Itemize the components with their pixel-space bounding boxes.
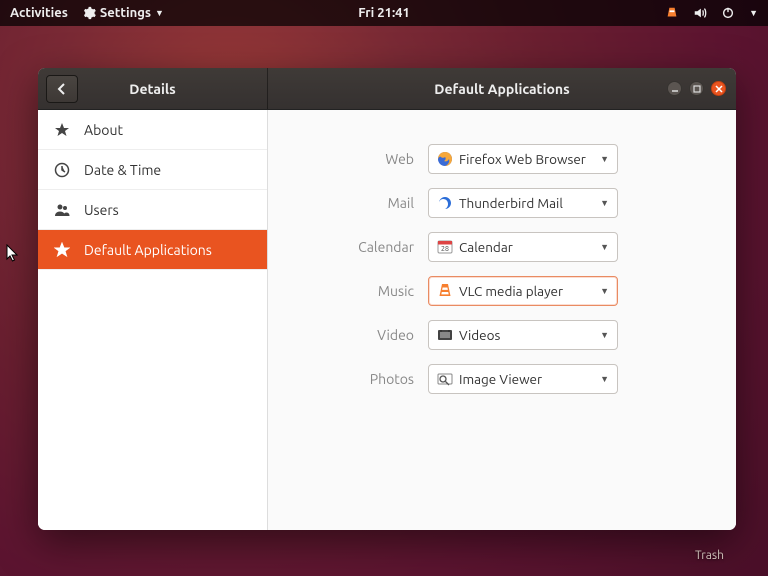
chevron-down-icon: ▼ xyxy=(600,198,609,208)
mouse-cursor xyxy=(6,244,20,264)
panel-title-left: Details xyxy=(129,81,175,97)
app-menu-label: Settings xyxy=(100,6,151,20)
star-filled-icon xyxy=(54,242,70,258)
app-menu-settings[interactable]: Settings ▼ xyxy=(82,6,164,20)
row-calendar: Calendar 28 Calendar ▼ xyxy=(268,232,706,262)
sidebar-item-users[interactable]: Users xyxy=(38,190,267,230)
star-icon xyxy=(54,122,70,138)
close-button[interactable] xyxy=(711,81,726,96)
mail-combo[interactable]: Thunderbird Mail ▼ xyxy=(428,188,618,218)
video-combo[interactable]: Videos ▼ xyxy=(428,320,618,350)
content-pane: Web Firefox Web Browser ▼ Mail Thunderbi… xyxy=(268,110,736,530)
row-web: Web Firefox Web Browser ▼ xyxy=(268,144,706,174)
combo-value: Thunderbird Mail xyxy=(459,195,563,211)
row-label: Mail xyxy=(268,195,428,211)
combo-value: Firefox Web Browser xyxy=(459,151,586,167)
svg-text:28: 28 xyxy=(441,245,449,253)
top-panel: Activities Settings ▼ Fri 21:41 ▼ xyxy=(0,0,768,26)
sidebar-item-label: Users xyxy=(84,202,119,218)
firefox-icon xyxy=(437,151,453,167)
row-label: Photos xyxy=(268,371,428,387)
photos-combo[interactable]: Image Viewer ▼ xyxy=(428,364,618,394)
trash-label: Trash xyxy=(695,549,724,562)
volume-icon[interactable] xyxy=(693,6,707,20)
chevron-down-icon: ▼ xyxy=(600,286,609,296)
minimize-button[interactable] xyxy=(667,81,682,96)
row-label: Music xyxy=(268,283,428,299)
combo-value: Calendar xyxy=(459,239,513,255)
vlc-tray-icon[interactable] xyxy=(665,6,679,20)
calendar-icon: 28 xyxy=(437,239,453,255)
combo-value: Videos xyxy=(459,327,500,343)
sidebar-item-datetime[interactable]: Date & Time xyxy=(38,150,267,190)
chevron-down-icon: ▼ xyxy=(600,242,609,252)
calendar-combo[interactable]: 28 Calendar ▼ xyxy=(428,232,618,262)
music-combo[interactable]: VLC media player ▼ xyxy=(428,276,618,306)
combo-value: VLC media player xyxy=(459,283,563,299)
sidebar-item-label: Default Applications xyxy=(84,242,212,258)
clock-icon xyxy=(54,162,70,178)
sidebar-item-about[interactable]: About xyxy=(38,110,267,150)
combo-value: Image Viewer xyxy=(459,371,542,387)
sidebar-item-default-apps[interactable]: Default Applications xyxy=(38,230,267,270)
maximize-button[interactable] xyxy=(689,81,704,96)
users-icon xyxy=(54,202,70,218)
chevron-down-icon: ▼ xyxy=(600,330,609,340)
chevron-down-icon: ▼ xyxy=(600,374,609,384)
chevron-down-icon: ▼ xyxy=(155,8,164,18)
row-label: Video xyxy=(268,327,428,343)
videos-icon xyxy=(437,327,453,343)
activities-button[interactable]: Activities xyxy=(10,6,68,20)
row-video: Video Videos ▼ xyxy=(268,320,706,350)
back-button[interactable] xyxy=(46,75,78,103)
thunderbird-icon xyxy=(437,195,453,211)
titlebar: Details Default Applications xyxy=(38,68,736,110)
image-viewer-icon xyxy=(437,371,453,387)
row-mail: Mail Thunderbird Mail ▼ xyxy=(268,188,706,218)
clock[interactable]: Fri 21:41 xyxy=(358,6,410,20)
row-label: Calendar xyxy=(268,239,428,255)
row-photos: Photos Image Viewer ▼ xyxy=(268,364,706,394)
sidebar: About Date & Time Users Default Applicat… xyxy=(38,110,268,530)
sidebar-item-label: Date & Time xyxy=(84,162,161,178)
row-label: Web xyxy=(268,151,428,167)
vlc-icon xyxy=(437,283,453,299)
web-combo[interactable]: Firefox Web Browser ▼ xyxy=(428,144,618,174)
gear-icon xyxy=(82,6,96,20)
chevron-down-icon[interactable]: ▼ xyxy=(749,8,758,18)
power-icon[interactable] xyxy=(721,6,735,20)
row-music: Music VLC media player ▼ xyxy=(268,276,706,306)
settings-window: Details Default Applications About Date … xyxy=(38,68,736,530)
chevron-down-icon: ▼ xyxy=(600,154,609,164)
sidebar-item-label: About xyxy=(84,122,123,138)
panel-title-right: Default Applications xyxy=(434,81,569,97)
